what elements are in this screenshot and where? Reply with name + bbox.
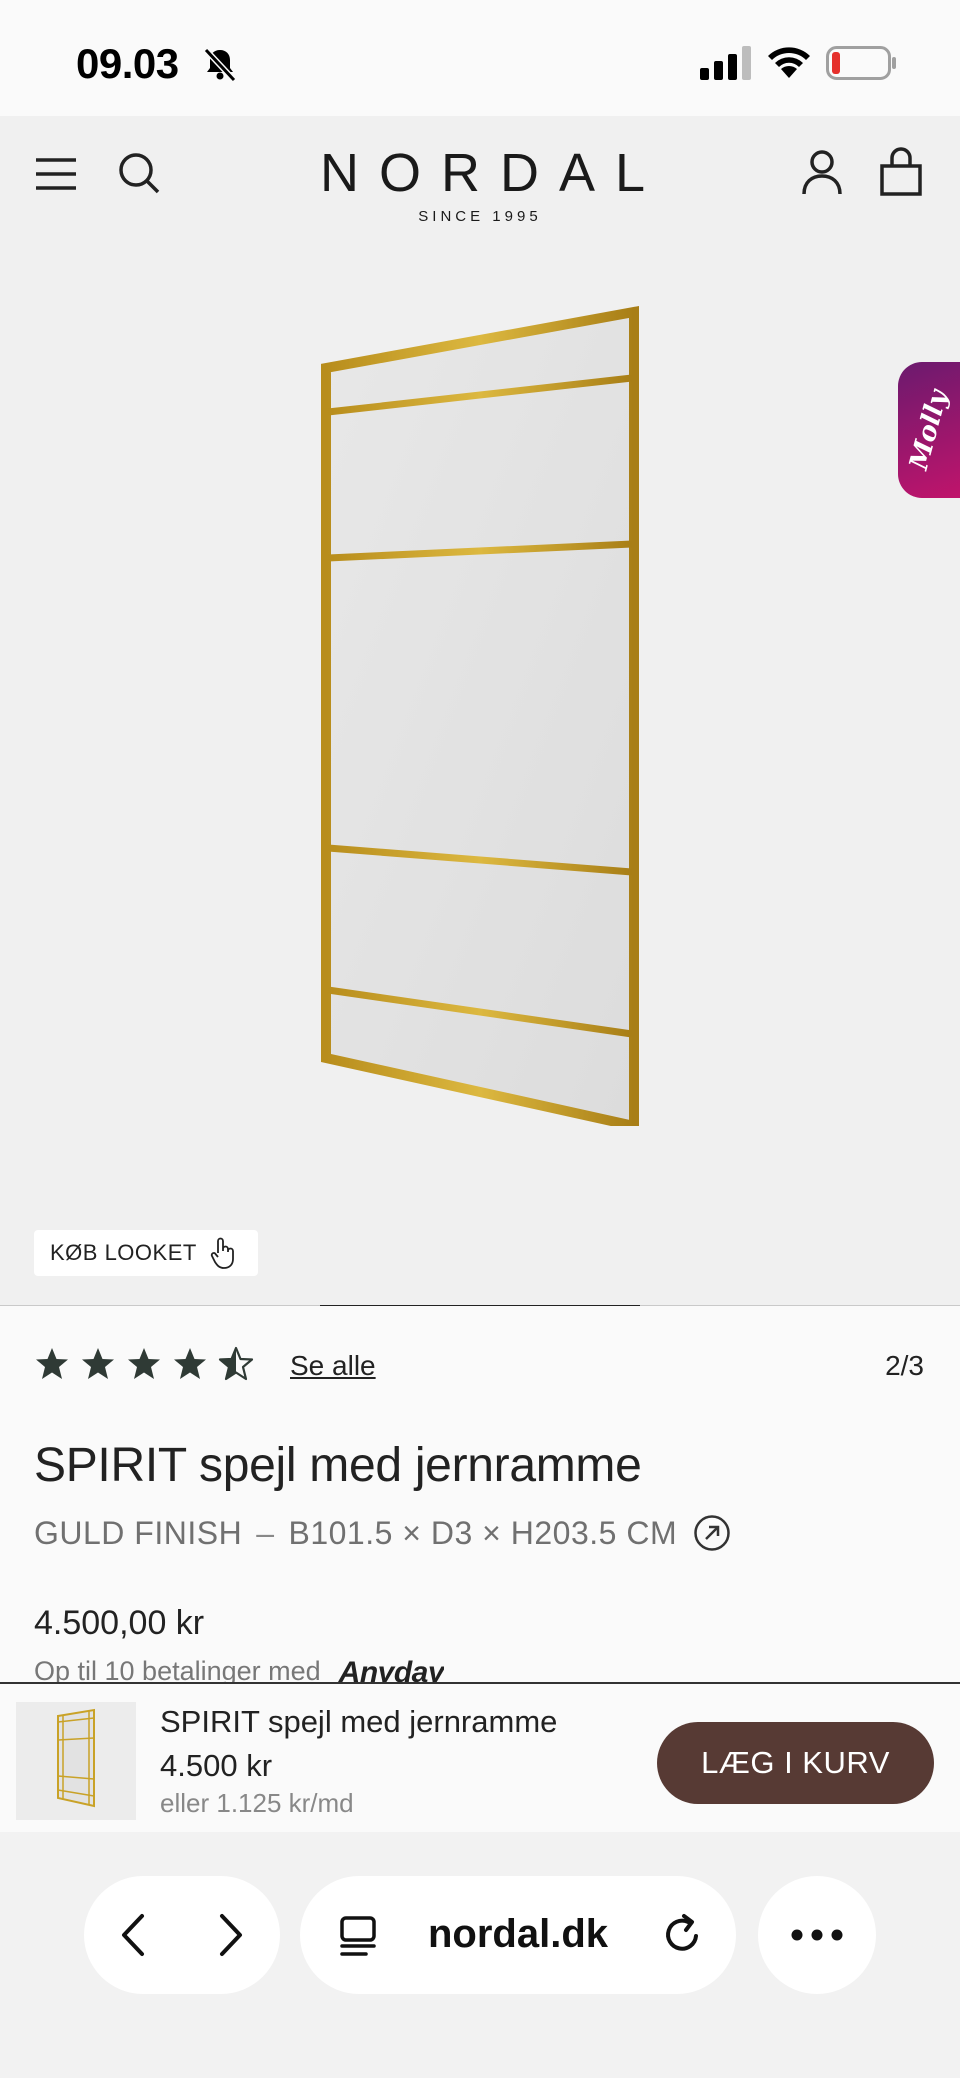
address-bar[interactable]: nordal.dk (300, 1876, 736, 1994)
add-to-cart-button[interactable]: LÆG I KURV (657, 1722, 934, 1804)
brand-name: NORDAL (320, 143, 666, 203)
star-full-icon (128, 1348, 160, 1379)
variant-separator: – (256, 1514, 275, 1551)
installments-text: Op til 10 betalinger med (34, 1656, 321, 1682)
battery-low-icon (826, 46, 896, 80)
image-counter: 2/3 (885, 1350, 924, 1381)
product-gallery[interactable]: Molly KØB LOOKET (0, 236, 960, 1311)
product-thumbnail (16, 1702, 136, 1820)
installments-info[interactable]: Op til 10 betalinger med Anyday (34, 1656, 444, 1682)
search-icon[interactable] (114, 148, 166, 200)
product-price: 4.500,00 kr (34, 1604, 205, 1642)
chat-widget-molly[interactable]: Molly (898, 362, 960, 498)
bell-slash-icon (203, 47, 237, 83)
anyday-logo: Anyday (338, 1656, 445, 1682)
tabs-icon[interactable] (336, 1914, 380, 1958)
star-full-icon (36, 1348, 68, 1379)
status-bar: 09.03 (0, 0, 960, 116)
rating-stars[interactable] (34, 1346, 254, 1382)
cellular-signal-icon (700, 46, 751, 80)
brand-logo[interactable]: NORDAL SINCE 1995 (300, 146, 660, 225)
site-header: NORDAL SINCE 1995 (0, 116, 960, 236)
star-full-icon (174, 1348, 206, 1379)
product-title: SPIRIT spejl med jernramme (34, 1439, 642, 1492)
sticky-product-title: SPIRIT spejl med jernramme (160, 1704, 558, 1739)
history-nav-pill (84, 1876, 280, 1994)
product-image-mirror[interactable] (320, 306, 640, 1126)
url-text: nordal.dk (428, 1912, 609, 1956)
wifi-icon (768, 47, 810, 78)
forward-icon[interactable] (208, 1912, 252, 1958)
menu-icon[interactable] (32, 148, 84, 200)
sticky-add-to-cart-bar: SPIRIT spejl med jernramme 4.500 kr elle… (0, 1682, 960, 1832)
star-half-icon (218, 1346, 254, 1381)
product-variant-info: GULD FINISH – B101.5 × D3 × H203.5 CM (34, 1514, 731, 1552)
product-dimensions: B101.5 × D3 × H203.5 CM (288, 1514, 678, 1551)
more-options-button[interactable] (758, 1876, 876, 1994)
sticky-product-price: 4.500 kr (160, 1748, 273, 1783)
account-icon[interactable] (796, 146, 848, 198)
external-link-icon[interactable] (693, 1514, 731, 1552)
more-icon (791, 1929, 843, 1941)
status-time: 09.03 (76, 40, 179, 87)
browser-toolbar: nordal.dk (0, 1832, 960, 2078)
buy-the-look-label: KØB LOOKET (50, 1240, 197, 1265)
bag-icon[interactable] (876, 146, 928, 198)
pointer-hand-icon (210, 1237, 234, 1269)
brand-tagline: SINCE 1995 (418, 208, 542, 225)
buy-the-look-button[interactable]: KØB LOOKET (34, 1230, 258, 1276)
sticky-monthly-price: eller 1.125 kr/md (160, 1788, 354, 1818)
reload-icon[interactable] (660, 1912, 706, 1958)
star-full-icon (82, 1348, 114, 1379)
product-finish: GULD FINISH (34, 1514, 243, 1551)
back-icon[interactable] (112, 1912, 156, 1958)
mirror-thumbnail-icon (57, 1708, 95, 1808)
product-details: Se alle 2/3 SPIRIT spejl med jernramme G… (0, 1306, 960, 1682)
see-all-reviews-link[interactable]: Se alle (290, 1350, 376, 1382)
chat-widget-label: Molly (904, 387, 954, 473)
